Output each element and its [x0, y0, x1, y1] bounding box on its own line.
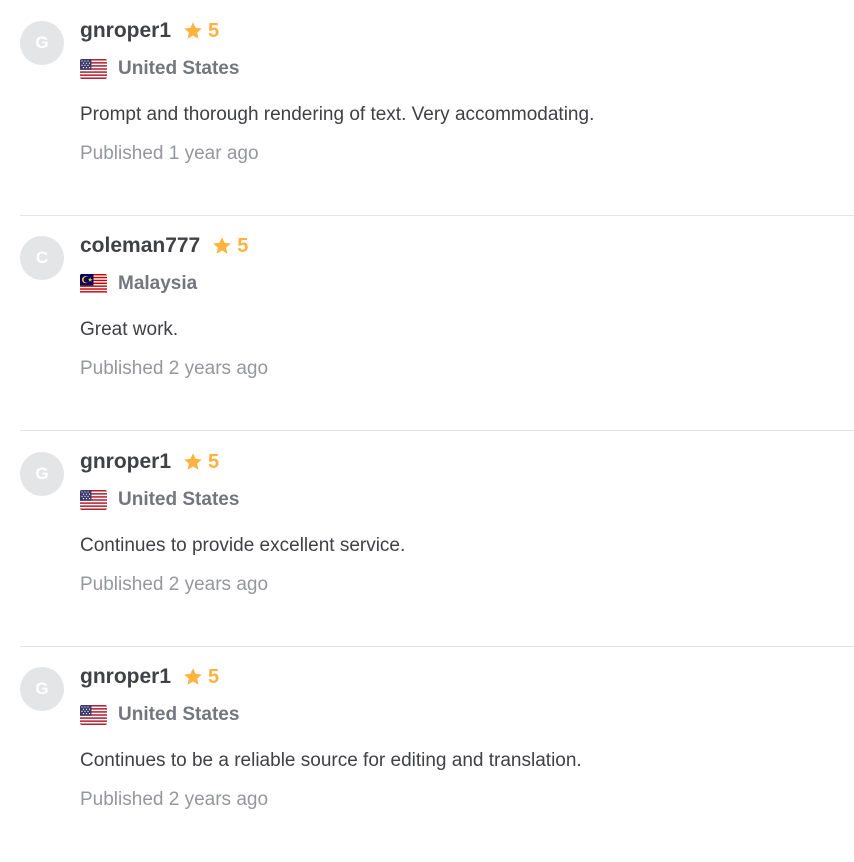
reviewer-username[interactable]: gnroper1 [80, 19, 171, 43]
review-header: gnroper1 5 [80, 16, 219, 46]
review-header: gnroper1 5 [80, 447, 219, 477]
review-text: Great work. [80, 319, 179, 340]
country-name: United States [118, 704, 240, 725]
rating: 5 [183, 451, 219, 474]
published-date: Published 1 year ago [80, 143, 259, 164]
star-icon [212, 236, 232, 256]
review-item: C coleman777 5 Malaysia Great work. Publ… [0, 215, 854, 431]
review-text: Continues to be a reliable source for ed… [80, 750, 582, 771]
rating: 5 [212, 235, 248, 258]
published-date: Published 2 years ago [80, 574, 269, 595]
star-icon [183, 667, 203, 687]
us-flag-icon [80, 705, 107, 725]
rating: 5 [183, 20, 219, 43]
review-item: G gnroper1 5 United States Prompt and th… [0, 0, 854, 216]
reviewer-country: United States [80, 56, 239, 82]
star-icon [183, 21, 203, 41]
rating-value: 5 [208, 19, 220, 42]
malaysia-flag-icon [80, 274, 107, 294]
country-name: Malaysia [118, 273, 198, 294]
reviewer-country: Malaysia [80, 271, 197, 297]
reviewer-country: United States [80, 487, 239, 513]
published-date: Published 2 years ago [80, 789, 269, 810]
country-name: United States [118, 489, 240, 510]
avatar[interactable]: G [20, 667, 64, 711]
us-flag-icon [80, 59, 107, 79]
avatar[interactable]: C [20, 236, 64, 280]
review-text: Continues to provide excellent service. [80, 535, 406, 556]
avatar[interactable]: G [20, 452, 64, 496]
rating: 5 [183, 666, 219, 689]
rating-value: 5 [208, 665, 220, 688]
reviewer-username[interactable]: gnroper1 [80, 665, 171, 689]
review-item: G gnroper1 5 United States Continues to … [0, 431, 854, 647]
review-header: gnroper1 5 [80, 662, 219, 692]
reviews-list: G gnroper1 5 United States Prompt and th… [0, 0, 854, 835]
published-date: Published 2 years ago [80, 358, 269, 379]
reviewer-username[interactable]: gnroper1 [80, 450, 171, 474]
reviewer-username[interactable]: coleman777 [80, 234, 200, 258]
country-name: United States [118, 58, 240, 79]
avatar[interactable]: G [20, 21, 64, 65]
us-flag-icon [80, 490, 107, 510]
review-header: coleman777 5 [80, 231, 248, 261]
rating-value: 5 [208, 450, 220, 473]
review-text: Prompt and thorough rendering of text. V… [80, 104, 595, 125]
reviewer-country: United States [80, 702, 239, 728]
review-item: G gnroper1 5 United States Continues to … [0, 646, 854, 862]
star-icon [183, 452, 203, 472]
rating-value: 5 [237, 234, 249, 257]
